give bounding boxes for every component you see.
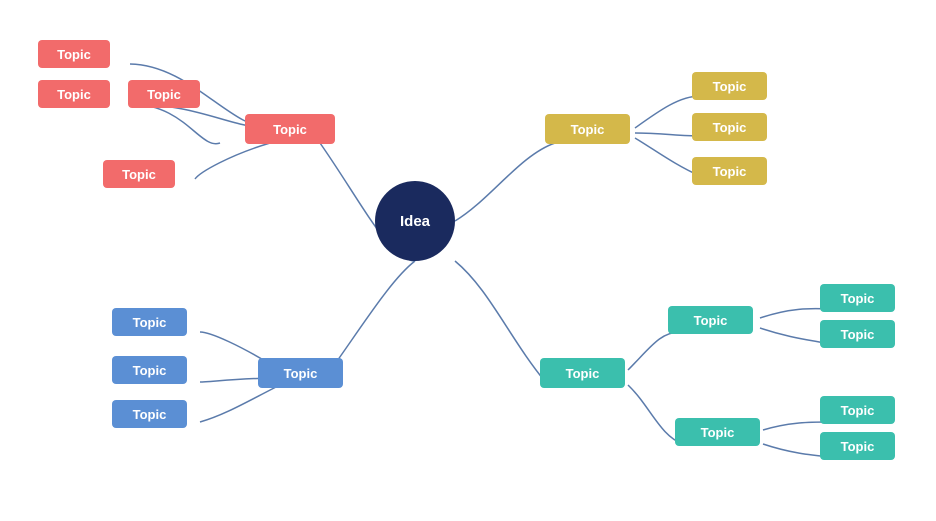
node-label: Topic: [713, 120, 747, 135]
top-left-leaf-1[interactable]: Topic: [38, 40, 110, 68]
node-label: Topic: [133, 363, 167, 378]
bottom-left-leaf-3[interactable]: Topic: [112, 400, 187, 428]
bottom-left-leaf-1[interactable]: Topic: [112, 308, 187, 336]
node-label: Topic: [701, 425, 735, 440]
bottom-right-sub1-leaf1[interactable]: Topic: [820, 284, 895, 312]
top-right-leaf-3[interactable]: Topic: [692, 157, 767, 185]
top-right-mid-node[interactable]: Topic: [545, 114, 630, 144]
bottom-right-sub2-leaf1[interactable]: Topic: [820, 396, 895, 424]
node-label: Topic: [713, 164, 747, 179]
bottom-right-sub2[interactable]: Topic: [675, 418, 760, 446]
node-label: Topic: [133, 315, 167, 330]
node-label: Topic: [841, 403, 875, 418]
mind-map: Idea Topic Topic Topic Topic Topic Topic…: [0, 0, 936, 521]
node-label: Topic: [133, 407, 167, 422]
top-left-leaf-2[interactable]: Topic: [38, 80, 110, 108]
bottom-left-leaf-2[interactable]: Topic: [112, 356, 187, 384]
bottom-right-mid-node[interactable]: Topic: [540, 358, 625, 388]
top-left-leaf-4[interactable]: Topic: [103, 160, 175, 188]
node-label: Topic: [713, 79, 747, 94]
bottom-right-sub2-leaf2[interactable]: Topic: [820, 432, 895, 460]
top-left-leaf-3[interactable]: Topic: [128, 80, 200, 108]
bottom-right-sub1-leaf2[interactable]: Topic: [820, 320, 895, 348]
bottom-left-mid-node[interactable]: Topic: [258, 358, 343, 388]
node-label: Topic: [841, 291, 875, 306]
top-left-mid-node[interactable]: Topic: [245, 114, 335, 144]
connections-svg: [0, 0, 936, 521]
node-label: Topic: [841, 439, 875, 454]
center-node[interactable]: Idea: [375, 181, 455, 261]
node-label: Topic: [284, 366, 318, 381]
node-label: Topic: [841, 327, 875, 342]
node-label: Topic: [147, 87, 181, 102]
node-label: Topic: [571, 122, 605, 137]
node-label: Topic: [273, 122, 307, 137]
node-label: Topic: [694, 313, 728, 328]
bottom-right-sub1[interactable]: Topic: [668, 306, 753, 334]
top-right-leaf-2[interactable]: Topic: [692, 113, 767, 141]
node-label: Topic: [566, 366, 600, 381]
center-label: Idea: [400, 213, 430, 230]
node-label: Topic: [122, 167, 156, 182]
top-right-leaf-1[interactable]: Topic: [692, 72, 767, 100]
node-label: Topic: [57, 47, 91, 62]
node-label: Topic: [57, 87, 91, 102]
